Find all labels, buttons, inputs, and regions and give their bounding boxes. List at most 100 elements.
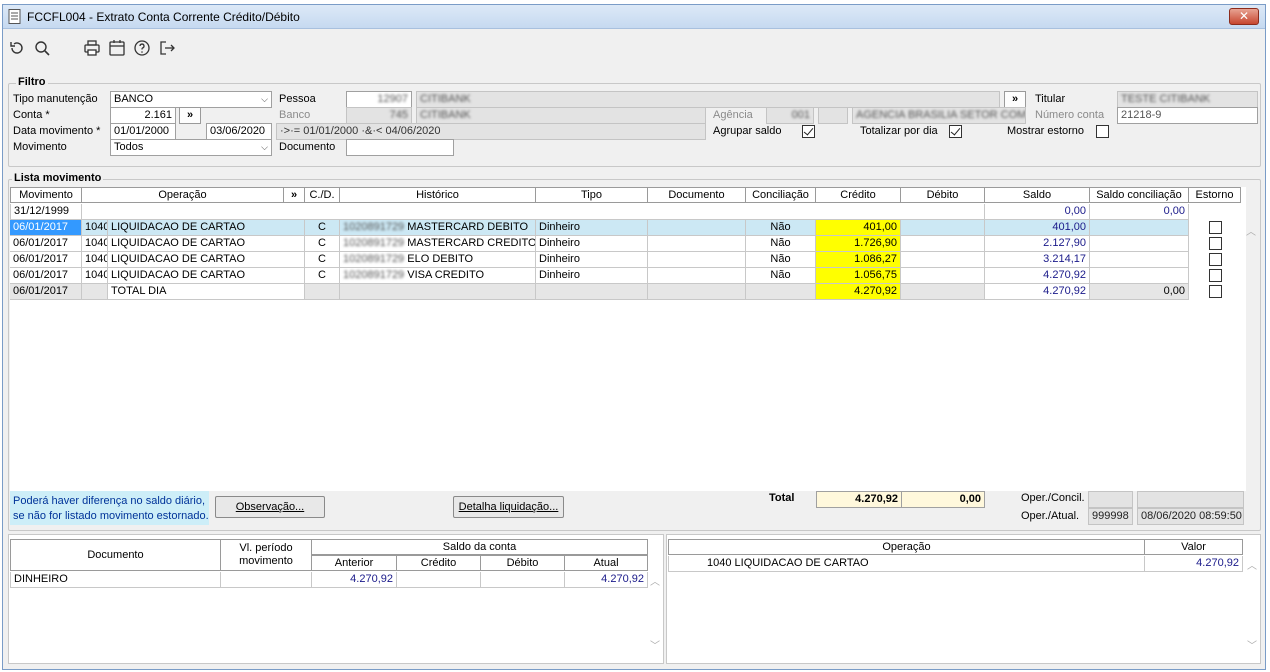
br-scroll-up-icon[interactable]: ︿	[1247, 557, 1257, 572]
estorno-checkbox[interactable]	[1209, 253, 1222, 266]
cell-credito[interactable]: 1.726,90	[816, 236, 901, 252]
bl-col-debito[interactable]: Débito	[481, 555, 565, 571]
pessoa-code-input[interactable]: 12907	[346, 91, 412, 108]
bl-row-anterior[interactable]: 4.270,92	[312, 572, 397, 588]
cell-credito[interactable]: 401,00	[816, 220, 901, 236]
cell-documento[interactable]	[648, 252, 746, 268]
cell-cd[interactable]: C	[305, 236, 340, 252]
col-conciliacao[interactable]: Conciliação	[746, 187, 816, 203]
data-inicio-input[interactable]: 01/01/2000	[110, 123, 176, 140]
cell-historico[interactable]: 1020891729 MASTERCARD CREDITO	[340, 236, 536, 252]
scroll-up-icon[interactable]: ︿	[1246, 223, 1256, 238]
agrupar-saldo-checkbox[interactable]	[802, 125, 815, 138]
detalha-liquidacao-button[interactable]: Detalha liquidação...	[453, 496, 564, 518]
br-row-valor[interactable]: 4.270,92	[1145, 556, 1243, 572]
estorno-checkbox[interactable]	[1209, 221, 1222, 234]
cell-saldo-conciliacao[interactable]	[1090, 252, 1189, 268]
refresh-icon[interactable]	[8, 39, 26, 57]
print-icon[interactable]	[83, 39, 101, 57]
cell-movimento[interactable]: 06/01/2017	[10, 268, 82, 284]
cell-cd[interactable]: C	[305, 220, 340, 236]
cell-cd[interactable]: C	[305, 252, 340, 268]
cell-conciliacao[interactable]: Não	[746, 268, 816, 284]
cell-operacao[interactable]: LIQUIDACAO DE CARTAO	[108, 220, 305, 236]
col-documento[interactable]: Documento	[648, 187, 746, 203]
cell-saldo-conciliacao[interactable]	[1090, 236, 1189, 252]
cell-credito[interactable]: 1.086,27	[816, 252, 901, 268]
col-historico[interactable]: Histórico	[340, 187, 536, 203]
bl-row-vl-periodo[interactable]	[221, 572, 312, 588]
cell-credito[interactable]: 1.056,75	[816, 268, 901, 284]
cell-tipo[interactable]: Dinheiro	[536, 220, 648, 236]
total-operacao[interactable]: TOTAL DIA	[108, 284, 305, 300]
bl-row-atual[interactable]: 4.270,92	[565, 572, 648, 588]
cell-documento[interactable]	[648, 268, 746, 284]
conta-lookup-button[interactable]: »	[179, 107, 201, 124]
bl-row-credito[interactable]	[397, 572, 481, 588]
col-tipo[interactable]: Tipo	[536, 187, 648, 203]
cell-saldo[interactable]: 2.127,90	[985, 236, 1090, 252]
bl-row-documento[interactable]: DINHEIRO	[10, 572, 221, 588]
tipo-manutencao-select[interactable]: BANCO ⌵	[110, 91, 272, 108]
opening-saldo-conciliacao[interactable]: 0,00	[1090, 204, 1189, 220]
cell-saldo-conciliacao[interactable]	[1090, 268, 1189, 284]
conta-input[interactable]: 2.161	[110, 107, 176, 124]
col-expand-button[interactable]: »	[284, 187, 305, 203]
cell-cd[interactable]: C	[305, 268, 340, 284]
opening-movimento[interactable]: 31/12/1999	[10, 204, 82, 220]
cell-op-code[interactable]: 1040	[82, 268, 108, 284]
col-saldo[interactable]: Saldo	[985, 187, 1090, 203]
col-saldo-conciliacao[interactable]: Saldo conciliação	[1090, 187, 1189, 203]
cell-conciliacao[interactable]: Não	[746, 252, 816, 268]
opening-saldo[interactable]: 0,00	[985, 204, 1090, 220]
cell-historico[interactable]: 1020891729 VISA CREDITO	[340, 268, 536, 284]
cell-movimento[interactable]: 06/01/2017	[10, 236, 82, 252]
cell-tipo[interactable]: Dinheiro	[536, 236, 648, 252]
col-debito[interactable]: Débito	[901, 187, 985, 203]
cell-tipo[interactable]: Dinheiro	[536, 252, 648, 268]
col-movimento[interactable]: Movimento	[10, 187, 82, 203]
cell-debito[interactable]	[901, 268, 985, 284]
estorno-checkbox[interactable]	[1209, 237, 1222, 250]
calendar-icon[interactable]	[108, 39, 126, 57]
br-col-operacao[interactable]: Operação	[668, 539, 1145, 555]
cell-saldo[interactable]: 401,00	[985, 220, 1090, 236]
close-button[interactable]: ✕	[1229, 8, 1259, 25]
bl-col-vl-periodo[interactable]: Vl. período movimento	[221, 539, 312, 571]
bl-col-anterior[interactable]: Anterior	[312, 555, 397, 571]
mostrar-estorno-checkbox[interactable]	[1096, 125, 1109, 138]
cell-saldo[interactable]: 4.270,92	[985, 268, 1090, 284]
help-icon[interactable]	[133, 39, 151, 57]
search-icon[interactable]	[33, 39, 51, 57]
cell-operacao[interactable]: LIQUIDACAO DE CARTAO	[108, 236, 305, 252]
bl-row-debito[interactable]	[481, 572, 565, 588]
cell-conciliacao[interactable]: Não	[746, 236, 816, 252]
cell-historico[interactable]: 1020891729 ELO DEBITO	[340, 252, 536, 268]
cell-tipo[interactable]: Dinheiro	[536, 268, 648, 284]
totalizar-dia-checkbox[interactable]	[949, 125, 962, 138]
bl-col-atual[interactable]: Atual	[565, 555, 648, 571]
cell-conciliacao[interactable]: Não	[746, 220, 816, 236]
cell-debito[interactable]	[901, 220, 985, 236]
total-saldo-conciliacao[interactable]: 0,00	[1090, 284, 1189, 300]
br-scroll-down-icon[interactable]: ﹀	[1247, 637, 1257, 652]
cell-movimento[interactable]: 06/01/2017	[10, 252, 82, 268]
cell-documento[interactable]	[648, 236, 746, 252]
br-row-operacao[interactable]: 1040 LIQUIDACAO DE CARTAO	[668, 556, 1145, 572]
cell-op-code[interactable]: 1040	[82, 236, 108, 252]
bl-col-documento[interactable]: Documento	[10, 539, 221, 571]
cell-historico[interactable]: 1020891729 MASTERCARD DEBITO	[340, 220, 536, 236]
cell-saldo[interactable]: 3.214,17	[985, 252, 1090, 268]
col-estorno[interactable]: Estorno	[1189, 187, 1241, 203]
cell-movimento[interactable]: 06/01/2017	[10, 220, 82, 236]
bl-scroll-down-icon[interactable]: ﹀	[650, 637, 660, 652]
movimento-select[interactable]: Todos ⌵	[110, 139, 272, 156]
cell-operacao[interactable]: LIQUIDACAO DE CARTAO	[108, 268, 305, 284]
br-col-valor[interactable]: Valor	[1145, 539, 1243, 555]
bl-col-credito[interactable]: Crédito	[397, 555, 481, 571]
cell-op-code[interactable]: 1040	[82, 252, 108, 268]
cell-documento[interactable]	[648, 220, 746, 236]
total-credito-cell[interactable]: 4.270,92	[816, 284, 901, 300]
documento-input[interactable]	[346, 139, 454, 156]
cell-debito[interactable]	[901, 236, 985, 252]
